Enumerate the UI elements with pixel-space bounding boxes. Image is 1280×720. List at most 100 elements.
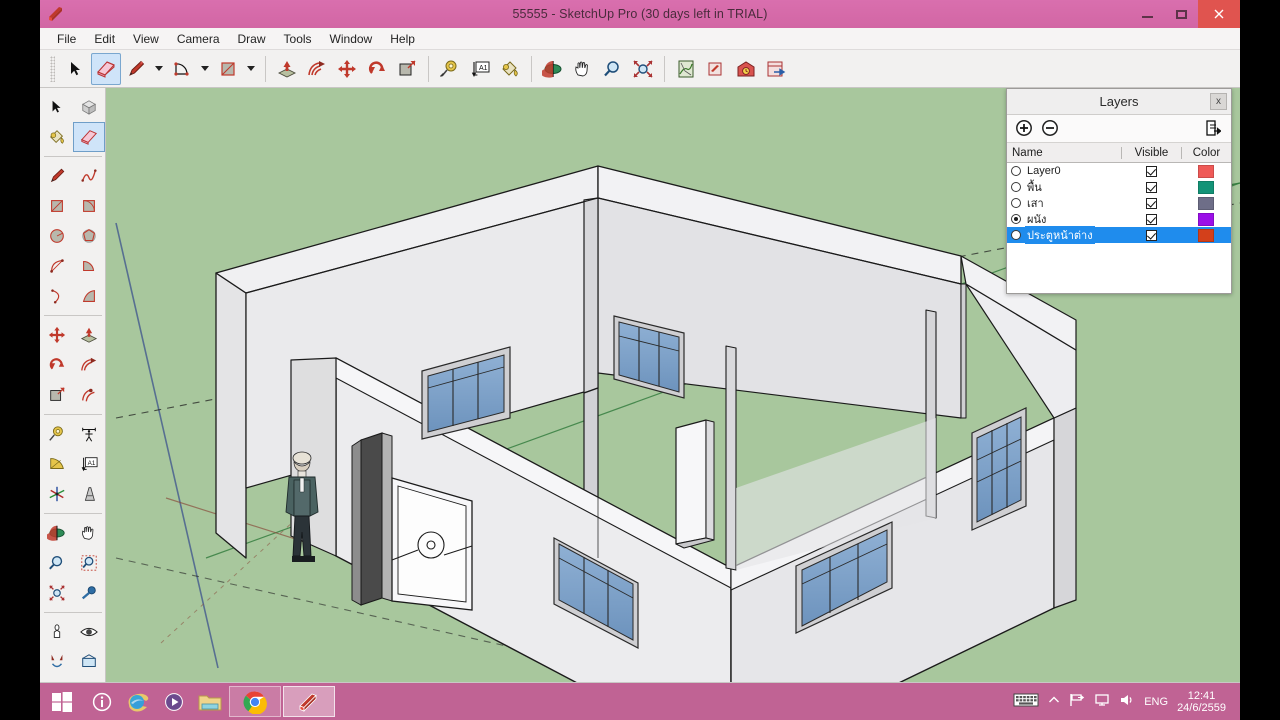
layer-row[interactable]: Layer0	[1007, 163, 1231, 179]
lt-arc-tool[interactable]	[41, 251, 73, 281]
taskbar-file-explorer[interactable]	[192, 683, 228, 720]
layer-visible-checkbox[interactable]	[1145, 181, 1157, 193]
lt-eraser-tool[interactable]	[72, 122, 105, 152]
lt-pie-tool[interactable]	[73, 251, 105, 281]
lt-3d-text-tool[interactable]	[73, 479, 105, 509]
layer-color-swatch[interactable]	[1198, 212, 1214, 226]
toolbar-zoom-extents-tool[interactable]	[628, 53, 658, 85]
lt-rectangle-tool[interactable]	[41, 191, 73, 221]
layer-active-radio[interactable]	[1011, 182, 1021, 192]
lt-text-tool[interactable]: A1	[73, 449, 105, 479]
model-viewport[interactable]: Layers x Name Visible Color Layer0 พื้น …	[106, 88, 1240, 682]
taskbar-chrome[interactable]	[229, 686, 281, 717]
lt-pushpull-tool[interactable]	[73, 320, 105, 350]
layer-color-swatch[interactable]	[1198, 196, 1214, 210]
layer-visible-cell[interactable]	[1121, 213, 1181, 225]
lt-protractor-tool[interactable]	[41, 449, 73, 479]
layer-row[interactable]: ผนัง	[1007, 211, 1231, 227]
network-icon[interactable]	[1094, 692, 1110, 711]
toolbar-warehouse-tool[interactable]	[731, 53, 761, 85]
layer-color-swatch[interactable]	[1198, 164, 1214, 178]
lt-axes-tool[interactable]	[41, 479, 73, 509]
toolbar-rectangle-tool[interactable]	[213, 53, 243, 85]
add-layer-button[interactable]	[1015, 119, 1035, 139]
lt-followme-tool[interactable]	[73, 350, 105, 380]
toolbar-text-tool[interactable]: A1	[465, 53, 495, 85]
toolbar-line-tool[interactable]	[121, 53, 151, 85]
layer-visible-checkbox[interactable]	[1145, 229, 1157, 241]
layer-name-cell[interactable]: ประตูหน้าต่าง	[1007, 226, 1121, 244]
close-button[interactable]	[1198, 0, 1240, 28]
menu-edit[interactable]: Edit	[85, 30, 124, 48]
lt-section-plane-tool[interactable]	[73, 647, 105, 677]
layers-dialog[interactable]: Layers x Name Visible Color Layer0 พื้น …	[1006, 88, 1232, 294]
layer-active-radio[interactable]	[1011, 214, 1021, 224]
lt-freehand-tool[interactable]	[73, 161, 105, 191]
menu-window[interactable]: Window	[321, 30, 382, 48]
toolbar-scale-tool[interactable]	[392, 53, 422, 85]
toolbar-orbit-tool[interactable]	[538, 53, 568, 85]
lt-dimension-tool[interactable]	[73, 419, 105, 449]
lt-tape-measure-tool[interactable]	[41, 419, 73, 449]
lt-walk-tool[interactable]	[41, 647, 73, 677]
layer-row[interactable]: ประตูหน้าต่าง	[1007, 226, 1231, 244]
lt-offset-tool[interactable]	[73, 380, 105, 410]
lt-previous-view-tool[interactable]	[73, 578, 105, 608]
lt-orbit-tool[interactable]	[41, 518, 73, 548]
menu-draw[interactable]: Draw	[229, 30, 275, 48]
layer-visible-cell[interactable]	[1121, 229, 1181, 241]
toolbar-tape-measure-tool[interactable]	[435, 53, 465, 85]
layer-visible-checkbox[interactable]	[1145, 213, 1157, 225]
layer-visible-cell[interactable]	[1121, 165, 1181, 177]
toolbar-zoom-tool[interactable]	[598, 53, 628, 85]
lt-select-tool[interactable]	[41, 92, 73, 122]
lt-paint-bucket-tool[interactable]	[41, 122, 73, 152]
layer-visible-cell[interactable]	[1121, 181, 1181, 193]
toolbar-paint-bucket-tool[interactable]	[495, 53, 525, 85]
layer-active-radio[interactable]	[1011, 198, 1021, 208]
lt-arc-3point-tool[interactable]	[41, 281, 73, 311]
layer-row[interactable]: เสา	[1007, 195, 1231, 211]
toolbar-move-tool[interactable]	[332, 53, 362, 85]
layer-color-cell[interactable]	[1181, 164, 1231, 178]
speaker-icon[interactable]	[1119, 692, 1135, 711]
lt-look-around-tool[interactable]	[73, 617, 105, 647]
toolbar-followme-tool[interactable]	[302, 53, 332, 85]
toolbar-export-tool[interactable]	[761, 53, 791, 85]
toolbar-select-tool[interactable]	[61, 53, 91, 85]
layer-row[interactable]: พื้น	[1007, 179, 1231, 195]
layer-color-cell[interactable]	[1181, 228, 1231, 242]
toolbar-pushpull-tool[interactable]	[272, 53, 302, 85]
menu-help[interactable]: Help	[381, 30, 424, 48]
layer-visible-checkbox[interactable]	[1145, 165, 1157, 177]
layer-visible-cell[interactable]	[1121, 197, 1181, 209]
layer-color-cell[interactable]	[1181, 180, 1231, 194]
layer-active-radio[interactable]	[1011, 166, 1021, 176]
layer-color-cell[interactable]	[1181, 196, 1231, 210]
layers-details-button[interactable]	[1205, 119, 1223, 139]
layer-name-cell[interactable]: Layer0	[1007, 165, 1121, 177]
toolbar-grip[interactable]	[50, 55, 55, 82]
keyboard-icon[interactable]	[1013, 692, 1039, 711]
layers-list[interactable]: Layer0 พื้น เสา ผนัง ประตูหน้าต่าง	[1007, 163, 1231, 293]
lt-zoom-tool[interactable]	[41, 548, 73, 578]
flag-icon[interactable]	[1069, 692, 1085, 711]
lt-pan-tool[interactable]	[73, 518, 105, 548]
layers-close-button[interactable]: x	[1210, 93, 1227, 110]
maximize-button[interactable]	[1164, 0, 1198, 28]
column-header-name[interactable]: Name	[1007, 147, 1121, 159]
toolbar-component-tool[interactable]	[701, 53, 731, 85]
line-tool-dropdown[interactable]	[151, 53, 167, 85]
layer-color-swatch[interactable]	[1198, 228, 1214, 242]
toolbar-rotate-tool[interactable]	[362, 53, 392, 85]
arc-tool-dropdown[interactable]	[197, 53, 213, 85]
column-header-visible[interactable]: Visible	[1121, 146, 1181, 159]
lt-zoom-extents-tool[interactable]	[41, 578, 73, 608]
lt-polygon-tool[interactable]	[73, 221, 105, 251]
toolbar-arc-tool[interactable]	[167, 53, 197, 85]
toolbar-scene-tool[interactable]	[671, 53, 701, 85]
taskbar-sketchup[interactable]	[283, 686, 335, 717]
lt-rotated-rectangle-tool[interactable]	[73, 191, 105, 221]
lt-move-tool[interactable]	[41, 320, 73, 350]
lt-line-tool[interactable]	[41, 161, 73, 191]
